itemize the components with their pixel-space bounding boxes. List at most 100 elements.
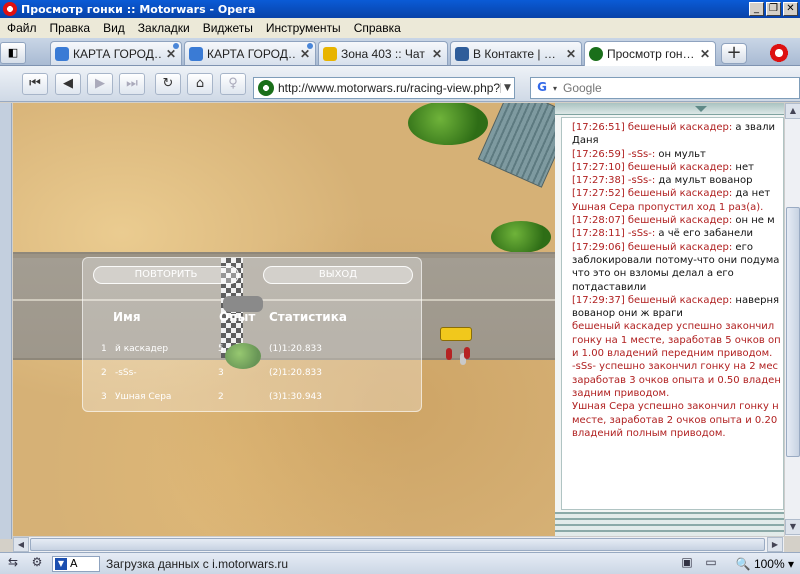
result-time: (1)1:20.833: [269, 344, 322, 354]
results-row: 1 й каскадер 5 (1)1:20.833: [83, 342, 423, 358]
menu-bar: Файл Правка Вид Закладки Виджеты Инструм…: [0, 18, 800, 38]
menu-widgets[interactable]: Виджеты: [203, 21, 253, 35]
vertical-scrollbar[interactable]: ▲ ▼: [784, 103, 800, 536]
close-button[interactable]: ✕: [783, 2, 798, 16]
scroll-thumb[interactable]: [30, 538, 765, 551]
reload-icon[interactable]: ↻: [155, 73, 181, 95]
result-exp: 5: [218, 344, 224, 354]
site-favicon-icon: [55, 46, 69, 61]
chat-message: заработав 3 очков опыта и 0.50 владен: [572, 374, 783, 387]
replay-button[interactable]: ПОВТОРИТЬ: [93, 266, 239, 284]
chat-message-prefix: заработав 3 очков опыта и 0.50 владен: [572, 374, 781, 386]
menu-help[interactable]: Справка: [354, 21, 401, 35]
tab-vkontakte[interactable]: В Контакте | … ✕: [450, 41, 582, 65]
chat-message-prefix: вованор они ж враги: [572, 308, 683, 320]
chat-message: [17:27:52] бешеный каскадер: да нет: [572, 187, 783, 200]
tab-zona-403[interactable]: Зона 403 :: Чат ✕: [318, 41, 448, 65]
minimize-button[interactable]: _: [749, 2, 764, 16]
speed-dial-icon[interactable]: ▣: [676, 555, 698, 573]
unite-icon[interactable]: ⚙: [26, 555, 48, 573]
panel-toggle-strip[interactable]: [0, 103, 12, 539]
tab-history-button[interactable]: ◧: [0, 42, 26, 64]
scroll-thumb[interactable]: [786, 207, 800, 457]
search-bar[interactable]: G ▾: [530, 77, 800, 99]
tab-close-icon[interactable]: ✕: [432, 47, 442, 61]
vk-icon: [455, 46, 469, 61]
result-time: (2)1:20.833: [269, 368, 322, 378]
tab-karta-1[interactable]: КАРТА ГОРОД… ✕: [50, 41, 182, 65]
chat-message-prefix: задним приводом.: [572, 387, 670, 399]
tab-bar: ◧ КАРТА ГОРОД… ✕ КАРТА ГОРОД… ✕ Зона 403…: [0, 38, 800, 66]
address-bar[interactable]: http://www.motorwars.ru/racing-view.php?…: [253, 77, 515, 99]
scroll-left-icon[interactable]: ◀: [13, 537, 29, 552]
chat-message: гонку на 1 месте, заработав 5 очков оп: [572, 334, 783, 347]
rewind-icon[interactable]: ⏮: [22, 73, 48, 95]
chat-message-prefix: бешеный каскадер успешно закончил: [572, 321, 775, 333]
chat-message-body: его: [732, 241, 753, 253]
zoom-level: 100%: [753, 556, 785, 571]
wand-icon[interactable]: ♀: [220, 73, 246, 95]
chat-message: [17:28:07] бешеный каскадер: он не м: [572, 214, 783, 227]
zoom-control[interactable]: 🔍 100% ▾: [722, 555, 794, 573]
address-dropdown-icon[interactable]: ▼: [500, 83, 514, 93]
zoom-dropdown-icon[interactable]: ▾: [785, 557, 794, 571]
chat-message-body: наверня: [732, 294, 780, 306]
back-icon[interactable]: ◀: [55, 73, 81, 95]
google-icon[interactable]: G: [534, 80, 550, 96]
url-text[interactable]: http://www.motorwars.ru/racing-view.php?…: [278, 81, 500, 95]
horizontal-scrollbar[interactable]: ◀ ▶: [13, 536, 784, 552]
menu-bookmarks[interactable]: Закладки: [138, 21, 190, 35]
chat-log[interactable]: [17:26:51] бешеный каскадер: а звали Даня…: [561, 117, 784, 510]
race-game-canvas[interactable]: ПОВТОРИТЬ ВЫХОД Имя Опыт Статистика 1 й …: [13, 103, 555, 536]
tab-close-icon[interactable]: ✕: [566, 47, 576, 61]
chat-message-body: а чё его забанели: [655, 228, 753, 240]
chat-message: -sSs- успешно закончил гонку на 2 мес: [572, 360, 783, 373]
tab-indicator-icon: [307, 43, 313, 49]
collapse-arrow-icon[interactable]: [695, 106, 707, 112]
chat-message-body: да нет: [732, 188, 771, 200]
site-identity-icon[interactable]: [258, 80, 274, 96]
chat-message: [17:26:59] -sSs-: он мульт: [572, 148, 783, 161]
chat-message-body: да мульт вованор: [655, 175, 753, 187]
chat-message: Ушная Сера пропустил ход 1 раз(а).: [572, 201, 783, 214]
tab-label: В Контакте | …: [473, 46, 556, 61]
result-time: (3)1:30.943: [269, 392, 322, 402]
chat-message: [17:28:11] -sSs-: а чё его забанели: [572, 227, 783, 240]
chat-frame-bottom: [555, 512, 784, 536]
chat-message-body: а звали: [732, 122, 775, 133]
forward-icon[interactable]: ▶: [87, 73, 113, 95]
tab-close-icon[interactable]: ✕: [700, 47, 710, 61]
scroll-up-icon[interactable]: ▲: [785, 103, 800, 119]
parked-car: [440, 327, 472, 341]
opera-menu-icon[interactable]: [767, 42, 791, 64]
tab-race-view[interactable]: Просмотр гон… ✕: [584, 41, 716, 66]
tab-karta-2[interactable]: КАРТА ГОРОД… ✕: [184, 41, 316, 65]
chat-message-prefix: Даня: [572, 135, 599, 147]
tab-indicator-icon: [173, 43, 179, 49]
chat-message-prefix: [17:28:07] бешеный каскадер:: [572, 215, 733, 227]
view-icon[interactable]: ▭: [700, 555, 722, 573]
exit-button[interactable]: ВЫХОД: [263, 266, 413, 284]
bush: [408, 103, 488, 145]
menu-file[interactable]: Файл: [7, 21, 37, 35]
search-input[interactable]: [563, 81, 783, 95]
chat-message: месте, заработав 2 очков опыта и 0.20: [572, 414, 783, 427]
fast-forward-icon[interactable]: ⏭: [119, 73, 145, 95]
chat-message-prefix: и 1.00 владений передним приводом.: [572, 348, 773, 360]
menu-edit[interactable]: Правка: [50, 21, 91, 35]
sync-icon[interactable]: ⇆: [2, 555, 24, 573]
chat-message-prefix: [17:29:06] бешеный каскадер:: [572, 241, 733, 253]
scroll-right-icon[interactable]: ▶: [767, 537, 783, 552]
language-selector[interactable]: ▼ А: [52, 555, 100, 572]
bush: [491, 221, 551, 253]
result-name: й каскадер: [115, 344, 169, 354]
home-icon[interactable]: ⌂: [187, 73, 213, 95]
search-engine-dropdown-icon[interactable]: ▾: [553, 84, 563, 93]
menu-view[interactable]: Вид: [103, 21, 125, 35]
new-tab-button[interactable]: +: [721, 43, 747, 64]
maximize-button[interactable]: ❐: [766, 2, 781, 16]
scroll-down-icon[interactable]: ▼: [785, 519, 800, 535]
chat-message: бешеный каскадер успешно закончил: [572, 320, 783, 333]
results-header-name: Имя: [113, 310, 141, 324]
menu-tools[interactable]: Инструменты: [266, 21, 341, 35]
